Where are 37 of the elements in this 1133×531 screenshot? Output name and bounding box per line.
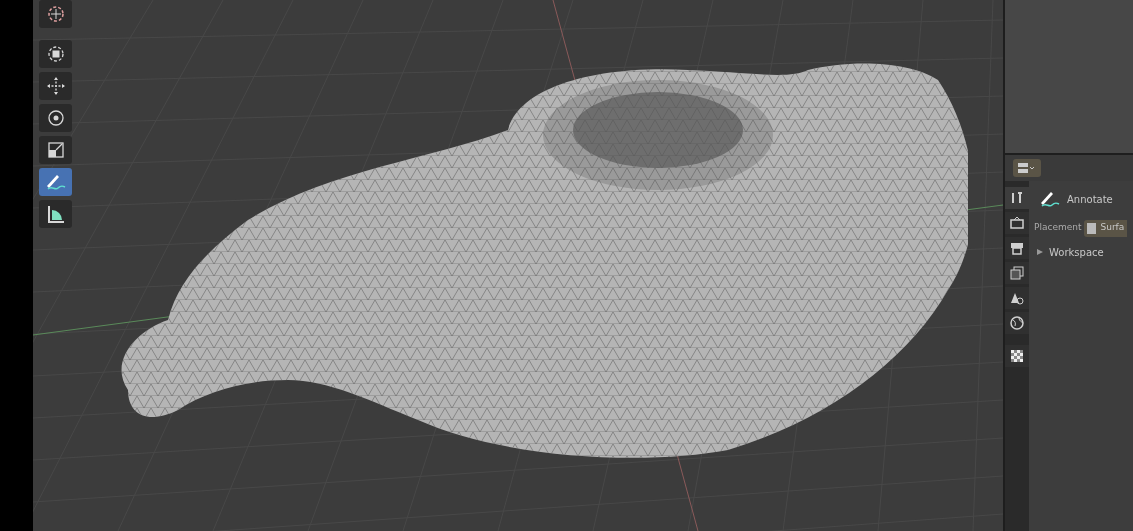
ruler-protractor-icon bbox=[45, 204, 66, 224]
toolbar-tool-button[interactable] bbox=[39, 136, 72, 164]
scale-icon bbox=[45, 140, 66, 160]
cursor-icon bbox=[45, 4, 66, 24]
image-stack-icon bbox=[1010, 266, 1024, 280]
properties-tab[interactable] bbox=[1005, 212, 1029, 234]
placement-dropdown[interactable]: Surfa bbox=[1084, 219, 1128, 237]
pencil-stroke-icon bbox=[44, 172, 67, 192]
properties-tab[interactable] bbox=[1005, 345, 1029, 367]
panel-header[interactable]: Workspace bbox=[1029, 241, 1133, 263]
surface-icon bbox=[1087, 222, 1097, 234]
editor-type-icon bbox=[1017, 162, 1037, 174]
camera-back-icon bbox=[1010, 216, 1024, 230]
toolbar-tool-button[interactable] bbox=[39, 168, 72, 196]
properties-tab[interactable] bbox=[1005, 262, 1029, 284]
toolbar-tool-button[interactable] bbox=[39, 40, 72, 68]
wrench-screwdriver-icon bbox=[1010, 191, 1024, 205]
properties-tab[interactable] bbox=[1005, 312, 1029, 334]
editor-type-button[interactable] bbox=[1013, 159, 1041, 177]
toolbar-tool-button[interactable] bbox=[39, 72, 72, 100]
rotate-icon bbox=[45, 108, 66, 128]
disclosure-triangle-icon bbox=[1037, 249, 1043, 255]
checkerboard-icon bbox=[1010, 349, 1024, 363]
placement-label: Placement bbox=[1034, 221, 1082, 235]
toolbar-tool-button[interactable] bbox=[39, 0, 72, 28]
shapes-icon bbox=[1010, 291, 1024, 305]
properties-tab[interactable] bbox=[1005, 187, 1029, 209]
printer-icon bbox=[1010, 241, 1024, 255]
move-arrows-icon bbox=[45, 76, 66, 96]
properties-tab[interactable] bbox=[1005, 287, 1029, 309]
toolbar-tool-button[interactable] bbox=[39, 104, 72, 132]
toolbar-tool-button[interactable] bbox=[39, 200, 72, 228]
pencil-stroke-icon bbox=[1039, 189, 1061, 209]
properties-tab[interactable] bbox=[1005, 237, 1029, 259]
select-box-icon bbox=[45, 44, 66, 64]
globe-icon bbox=[1010, 316, 1024, 330]
active-tool-name: Annotate bbox=[1067, 192, 1113, 207]
